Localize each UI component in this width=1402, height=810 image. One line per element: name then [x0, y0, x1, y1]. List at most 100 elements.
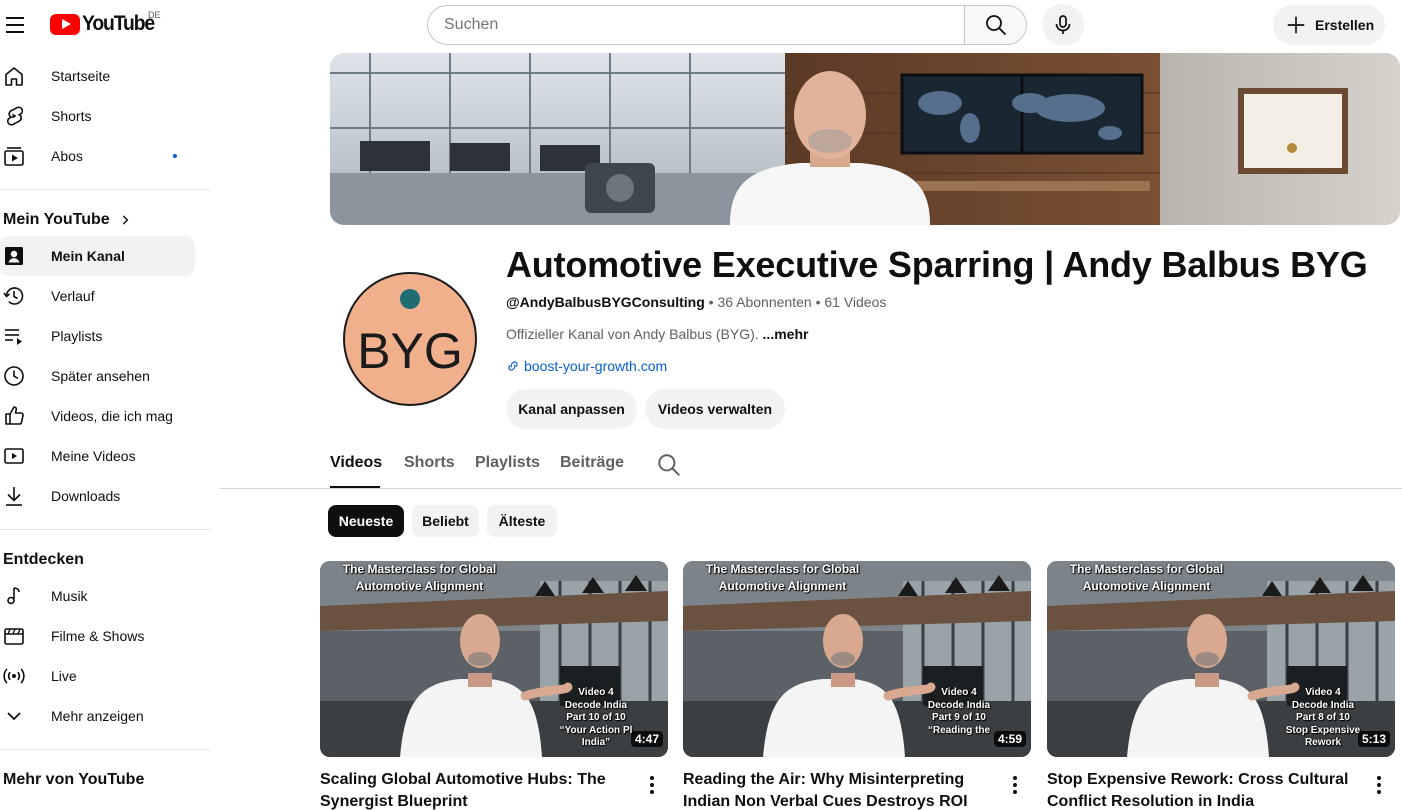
thumbnail-series-text: Video 4 Decode India Part 8 of 10 Stop E… — [1285, 687, 1361, 748]
sidebar-item-label: Musik — [51, 588, 88, 604]
channel-title: Automotive Executive Sparring | Andy Bal… — [506, 244, 1368, 285]
sidebar-heading-label: Mein YouTube — [3, 211, 110, 228]
sidebar-item-label: Filme & Shows — [51, 628, 145, 644]
top-bar: YouTube DE Erstellen — [0, 0, 1402, 52]
sidebar-divider — [0, 529, 210, 530]
video-thumbnail[interactable]: The Masterclass for Global Automotive Al… — [320, 561, 668, 757]
youtube-play-icon — [50, 13, 80, 35]
sidebar-item-watch-later[interactable]: Später ansehen — [0, 356, 195, 396]
thumbnail-headline: The Masterclass for Global Automotive Al… — [705, 562, 860, 593]
plus-icon — [1287, 16, 1305, 34]
sidebar-divider — [0, 749, 210, 750]
tab-videos[interactable]: Videos — [330, 454, 382, 472]
sidebar-item-your-videos[interactable]: Meine Videos — [0, 436, 195, 476]
thumbnail-headline: The Masterclass for Global Automotive Al… — [1069, 562, 1224, 593]
subscriptions-icon — [4, 147, 24, 166]
video-card[interactable]: The Masterclass for Global Automotive Al… — [683, 561, 1031, 810]
microphone-icon — [1055, 15, 1071, 34]
link-text: boost-your-growth.com — [524, 358, 668, 374]
sidebar-item-downloads[interactable]: Downloads — [0, 476, 195, 516]
chip-newest[interactable]: Neueste — [328, 505, 404, 537]
chip-oldest[interactable]: Älteste — [487, 505, 557, 537]
more-actions-icon[interactable] — [1367, 773, 1391, 797]
sidebar-item-movies[interactable]: Filme & Shows — [0, 616, 195, 656]
hamburger-menu-icon[interactable] — [0, 10, 30, 40]
tab-posts[interactable]: Beiträge — [560, 454, 624, 472]
chevron-down-icon — [7, 712, 21, 721]
more-actions-icon[interactable] — [640, 773, 664, 797]
sidebar-item-history[interactable]: Verlauf — [0, 276, 195, 316]
channel-handle: @AndyBalbusBYGConsulting — [506, 294, 705, 310]
video-title[interactable]: Scaling Global Automotive Hubs: The Syne… — [320, 769, 625, 810]
button-label: Kanal anpassen — [518, 401, 625, 417]
watch-later-icon — [4, 366, 24, 386]
sidebar-heading-explore: Entdecken — [0, 544, 210, 576]
search-input[interactable] — [427, 5, 964, 45]
sidebar: Startseite Shorts Abos Mein YouTube Mein… — [0, 56, 210, 796]
sidebar-item-label: Meine Videos — [51, 448, 136, 464]
sidebar-item-label: Später ansehen — [51, 368, 150, 384]
sidebar-item-label: Startseite — [51, 68, 111, 84]
video-duration: 5:13 — [1357, 731, 1390, 747]
active-tab-underline — [330, 486, 380, 488]
sidebar-item-label: Shorts — [51, 108, 92, 124]
manage-videos-button[interactable]: Videos verwalten — [645, 389, 785, 429]
more-link[interactable]: ...mehr — [763, 326, 809, 342]
logo-text: YouTube — [82, 12, 155, 35]
customize-channel-button[interactable]: Kanal anpassen — [506, 389, 637, 429]
tab-playlists[interactable]: Playlists — [475, 454, 540, 472]
sidebar-item-label: Live — [51, 668, 77, 684]
banner-image — [330, 53, 1400, 225]
sidebar-item-shorts[interactable]: Shorts — [0, 96, 195, 136]
avatar-text: BYG — [357, 323, 463, 379]
sidebar-item-live[interactable]: Live — [0, 656, 195, 696]
create-button[interactable]: Erstellen — [1273, 5, 1385, 45]
channel-tabs: Videos Shorts Playlists Beiträge — [219, 440, 1402, 489]
sidebar-heading-you[interactable]: Mein YouTube — [0, 204, 210, 236]
sidebar-item-label: Videos, die ich mag — [51, 408, 173, 424]
video-card[interactable]: The Masterclass for Global Automotive Al… — [1047, 561, 1395, 810]
sidebar-item-home[interactable]: Startseite — [0, 56, 195, 96]
your-videos-icon — [4, 448, 24, 464]
channel-description[interactable]: Offizieller Kanal von Andy Balbus (BYG).… — [506, 326, 808, 342]
playlists-icon — [5, 329, 22, 345]
video-duration: 4:59 — [993, 731, 1026, 747]
video-thumbnail[interactable]: The Masterclass for Global Automotive Al… — [683, 561, 1031, 757]
sidebar-item-show-more[interactable]: Mehr anzeigen — [0, 696, 195, 736]
live-icon — [3, 668, 25, 684]
byg-logo: BYG — [357, 289, 463, 379]
chip-popular[interactable]: Beliebt — [412, 505, 479, 537]
channel-avatar[interactable]: BYG — [343, 272, 477, 406]
sidebar-item-liked-videos[interactable]: Videos, die ich mag — [0, 396, 195, 436]
sidebar-item-music[interactable]: Musik — [0, 576, 195, 616]
movies-icon — [4, 628, 24, 645]
video-thumbnail[interactable]: The Masterclass for Global Automotive Al… — [1047, 561, 1395, 757]
thumbs-up-icon — [5, 406, 24, 425]
video-duration: 4:47 — [630, 731, 663, 747]
sidebar-item-label: Playlists — [51, 328, 103, 344]
sidebar-item-your-channel[interactable]: Mein Kanal — [0, 236, 195, 276]
tab-shorts[interactable]: Shorts — [404, 454, 455, 472]
sidebar-heading-label: Entdecken — [3, 551, 84, 568]
home-icon — [5, 67, 23, 86]
sidebar-divider — [0, 189, 210, 190]
youtube-logo[interactable]: YouTube DE — [50, 10, 161, 36]
link-icon — [508, 361, 518, 371]
search-icon[interactable] — [656, 452, 682, 478]
region-code: DE — [148, 10, 161, 20]
video-title[interactable]: Stop Expensive Rework: Cross Cultural Co… — [1047, 769, 1352, 810]
history-icon — [3, 287, 24, 305]
subscriber-count: 36 Abonnenten — [717, 294, 812, 310]
sidebar-item-label: Mehr anzeigen — [51, 708, 144, 724]
voice-search-button[interactable] — [1042, 4, 1084, 46]
thumbnail-headline: The Masterclass for Global Automotive Al… — [342, 562, 497, 593]
sidebar-item-playlists[interactable]: Playlists — [0, 316, 195, 356]
more-actions-icon[interactable] — [1003, 773, 1027, 797]
search-button[interactable] — [964, 5, 1027, 45]
video-count: 61 Videos — [824, 294, 887, 310]
video-card[interactable]: The Masterclass for Global Automotive Al… — [320, 561, 668, 810]
sidebar-item-subscriptions[interactable]: Abos — [0, 136, 195, 176]
video-title[interactable]: Reading the Air: Why Misinterpreting Ind… — [683, 769, 988, 810]
channel-link[interactable]: boost-your-growth.com — [506, 358, 667, 374]
music-icon — [7, 587, 20, 605]
